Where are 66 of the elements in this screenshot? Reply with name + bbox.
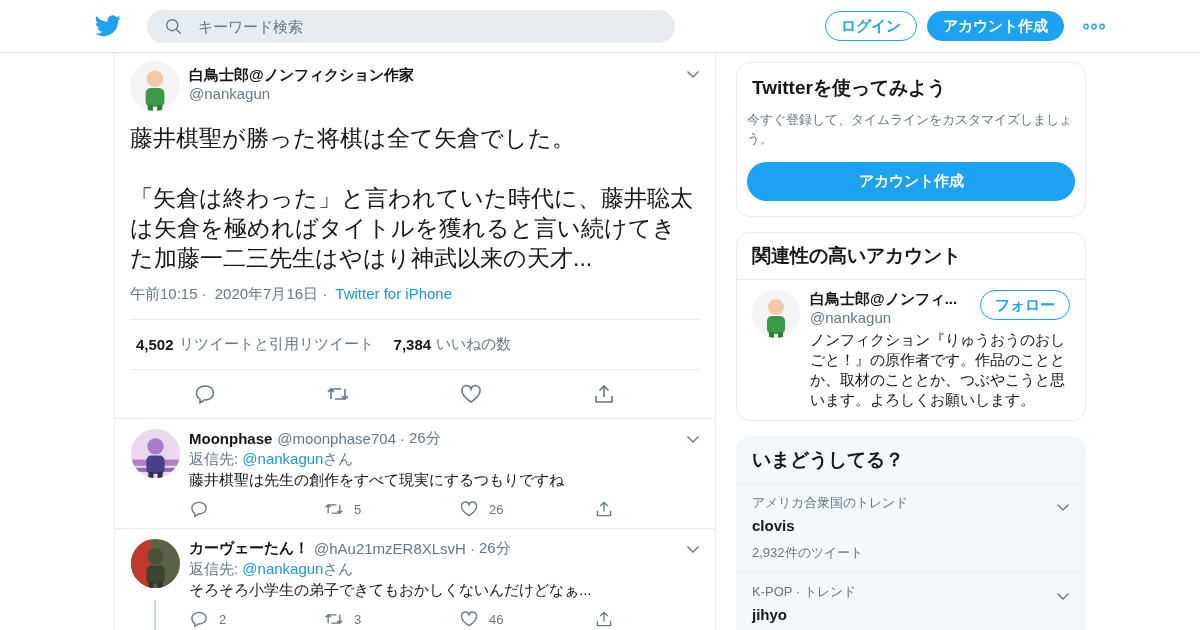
separator-dot: · [469,540,475,557]
search-icon [165,17,182,35]
author-handle[interactable]: @hAu21mzER8XLsvH [314,540,466,557]
tweet-time[interactable]: 午前10:15 [130,285,198,302]
chevron-icon[interactable] [686,433,700,444]
source-link[interactable]: Twitter for iPhone [335,285,452,302]
trend-topic[interactable]: jihyo [752,606,1070,623]
author-handle[interactable]: @moonphase704 [277,430,396,447]
retweet-count: 5 [354,501,362,517]
card-title: Twitterを使ってみよう [751,76,947,100]
heart-icon[interactable] [459,609,479,629]
honorific-text: さん [323,450,354,467]
reply-time[interactable]: 26分 [409,429,441,448]
tweet-count: 2,932件のツイート [752,544,864,562]
stat-count[interactable]: 7,384 [393,336,432,353]
separator-dot: · [400,430,405,447]
trend-context: アメリカ合衆国のトレンド [752,494,908,512]
author-name[interactable]: カーヴェーたん！ [189,539,309,558]
share-icon[interactable] [594,609,614,629]
account-name[interactable]: 白鳥士郎@ノンフィ... [810,290,972,309]
reply-count: 2 [219,611,227,627]
chevron-icon[interactable] [686,69,700,79]
account-bio: ノンフィクション『りゅうおうのおしごと！』の原作者です。作品のこととか、取材のこととか、つぶやこうと思います。よろしくお願いします。 [810,330,1066,410]
signup-button[interactable]: アカウント作成 [747,162,1075,201]
chevron-icon[interactable] [1056,591,1070,601]
chevron-icon[interactable] [686,543,700,554]
heart-icon[interactable] [458,382,483,406]
separator-dot: · [201,285,207,302]
trend-topic[interactable]: clovis [752,517,1070,534]
separator-dot: · [322,285,328,302]
more-icon[interactable] [1083,22,1105,30]
stat-label[interactable]: いいねの数 [436,335,512,354]
author-name[interactable]: 白鳥士郎@ノンフィクション作家 [189,66,686,85]
like-count: 26 [489,501,504,517]
mention-link[interactable]: @nankagun [242,560,324,577]
reply-text: そろそろ小学生の弟子できてもおかしくないんだけどなぁ... [189,581,593,600]
card-description: 今すぐ登録して、タイムラインをカスタマイズしましょう。 [747,111,1073,148]
mention-link[interactable]: @nankagun [242,450,324,467]
tweet-text: 「矢倉は終わった」と言われていた時代に、藤井聡太は矢倉を極めればタイトルを獲れると言い続けてきた加藤一二三先生はやはり神武以来の天才... [130,184,694,273]
heart-icon[interactable] [459,499,479,519]
bird-logo-icon[interactable] [95,15,121,37]
reply-label: 返信先: [189,450,240,467]
search-field[interactable]: キーワード検索 [147,9,675,43]
tweet-text: 藤井棋聖が勝った将棋は全て矢倉でした。 [130,124,576,153]
tweet-date[interactable]: 2020年7月16日 [214,285,319,302]
like-count: 46 [489,611,504,627]
account-handle[interactable]: @nankagun [810,309,972,326]
stat-count[interactable]: 4,502 [136,336,174,353]
share-icon[interactable] [594,499,614,519]
author-handle[interactable]: @nankagun [189,85,686,102]
follow-button[interactable]: フォロー [980,290,1070,320]
card-title: いまどうしてる？ [737,437,1085,484]
honorific-text: さん [323,560,354,577]
reply-text: 藤井棋聖は先生の創作をすべて現実にするつもりですね [189,471,565,490]
reply-time[interactable]: 26分 [478,539,511,558]
reply-label: 返信先: [189,560,240,577]
reply-icon[interactable] [189,499,209,519]
card-title: 関連性の高いアカウント [737,233,1085,280]
author-name[interactable]: Moonphase [189,430,273,447]
chevron-icon[interactable] [1056,502,1070,512]
stat-label[interactable]: リツイートと引用リツイート [178,335,374,354]
signup-button[interactable]: アカウント作成 [927,11,1064,41]
reply-icon[interactable] [189,609,209,629]
trend-context: K-POP · トレンド [752,583,856,601]
retweet-count: 3 [354,611,362,627]
login-button[interactable]: ログイン [825,11,917,41]
